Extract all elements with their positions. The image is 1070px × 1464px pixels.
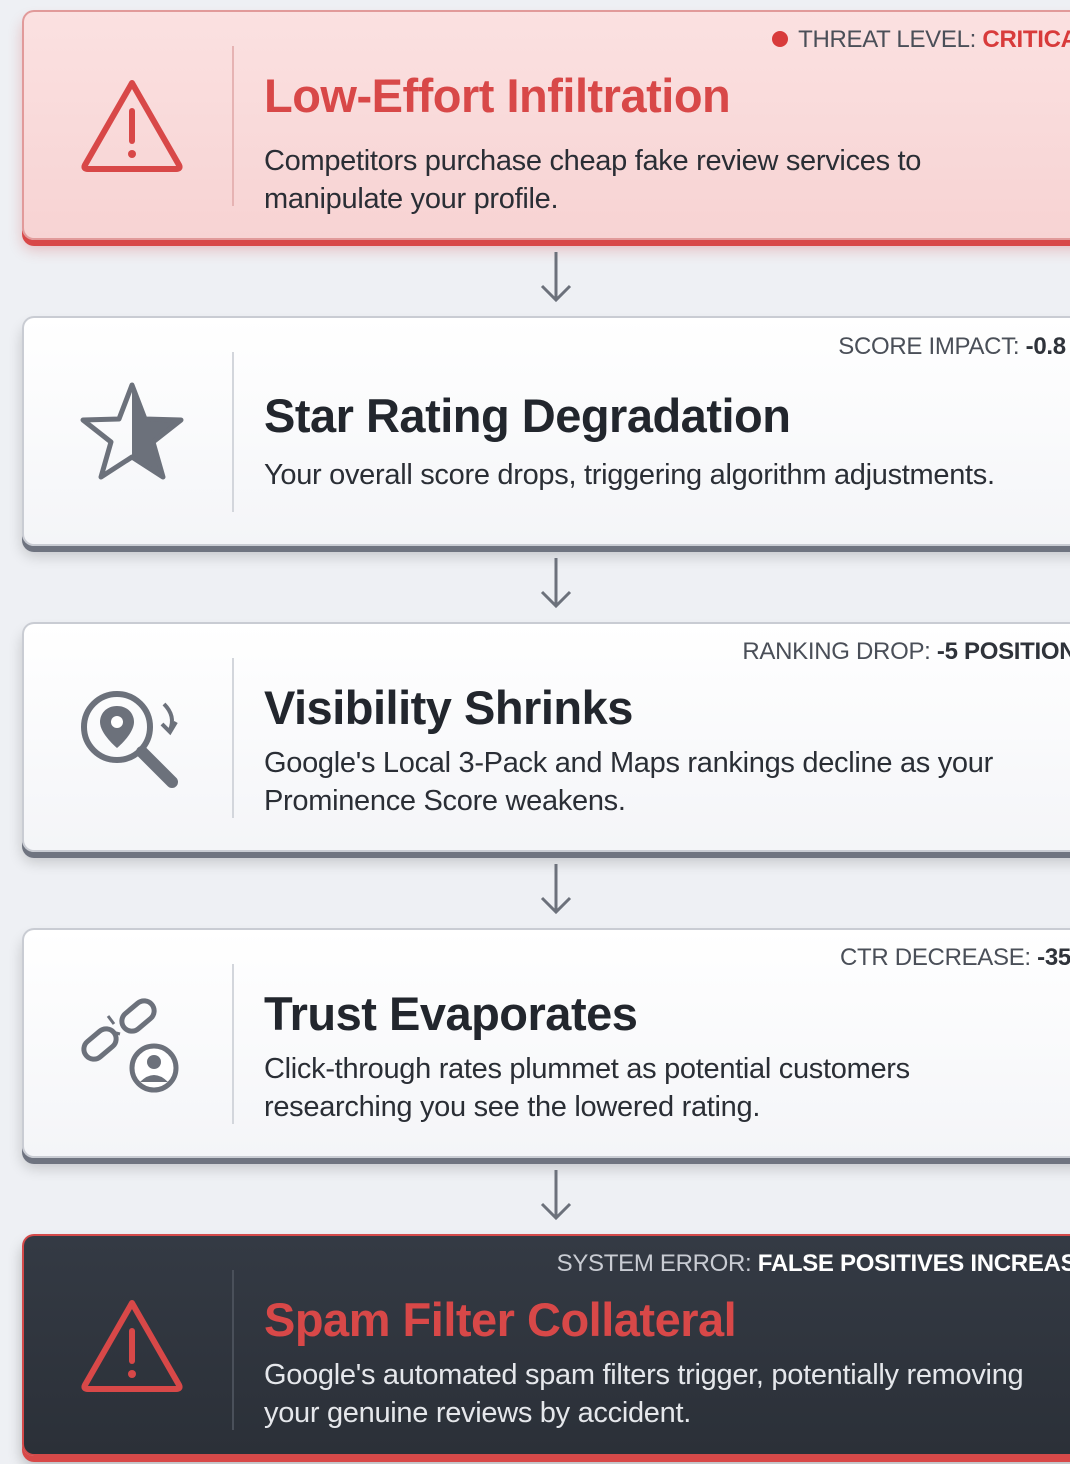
warning-triangle-icon: [72, 1285, 192, 1405]
step-card-infiltration: THREAT LEVEL: CRITICAL Low-Effort Infilt…: [22, 10, 1070, 240]
step-description: Competitors purchase cheap fake review s…: [264, 145, 922, 215]
warning-triangle-icon: [72, 65, 192, 185]
system-error-tag: SYSTEM ERROR: FALSE POSITIVES INCREASE: [556, 1250, 1070, 1277]
down-arrow-icon: [540, 558, 572, 609]
step-title: Trust Evaporates: [264, 987, 638, 1040]
card-divider: [232, 46, 234, 206]
location-search-icon: [72, 677, 192, 797]
step-card-spam-filter: SYSTEM ERROR: FALSE POSITIVES INCREASE S…: [22, 1234, 1070, 1456]
step-title: Star Rating Degradation: [264, 389, 791, 442]
card-divider: [232, 658, 234, 818]
card-divider: [232, 352, 234, 512]
step-card-trust: CTR DECREASE: -35% Trust Evaporates Clic…: [22, 928, 1070, 1158]
card-divider: [232, 964, 234, 1124]
card-divider: [232, 1270, 234, 1430]
step-title: Visibility Shrinks: [264, 681, 633, 734]
step-description: Click-through rates plummet as potential…: [264, 1053, 910, 1123]
half-star-icon: [72, 371, 192, 491]
broken-link-user-icon: [72, 983, 192, 1103]
ctr-decrease-tag: CTR DECREASE: -35%: [840, 944, 1070, 971]
down-arrow-icon: [540, 864, 572, 915]
down-arrow-icon: [540, 252, 572, 303]
step-title: Low-Effort Infiltration: [264, 69, 731, 122]
ranking-drop-tag: RANKING DROP: -5 POSITIONS: [742, 638, 1070, 665]
down-arrow-icon: [540, 1170, 572, 1221]
step-description: Google's automated spam filters trigger,…: [264, 1359, 1024, 1429]
step-card-star-rating: SCORE IMPACT: -0.8 ↘ Star Rating Degrada…: [22, 316, 1070, 546]
step-description: Google's Local 3-Pack and Maps rankings …: [264, 747, 993, 817]
alert-dot-icon: [772, 31, 789, 48]
score-impact-tag: SCORE IMPACT: -0.8 ↘: [838, 333, 1070, 360]
step-card-visibility: RANKING DROP: -5 POSITIONS Visibility Sh…: [22, 622, 1070, 852]
step-description: Your overall score drops, triggering alg…: [264, 459, 995, 491]
threat-level-tag: THREAT LEVEL: CRITICAL: [772, 26, 1070, 54]
step-title: Spam Filter Collateral: [264, 1293, 737, 1346]
